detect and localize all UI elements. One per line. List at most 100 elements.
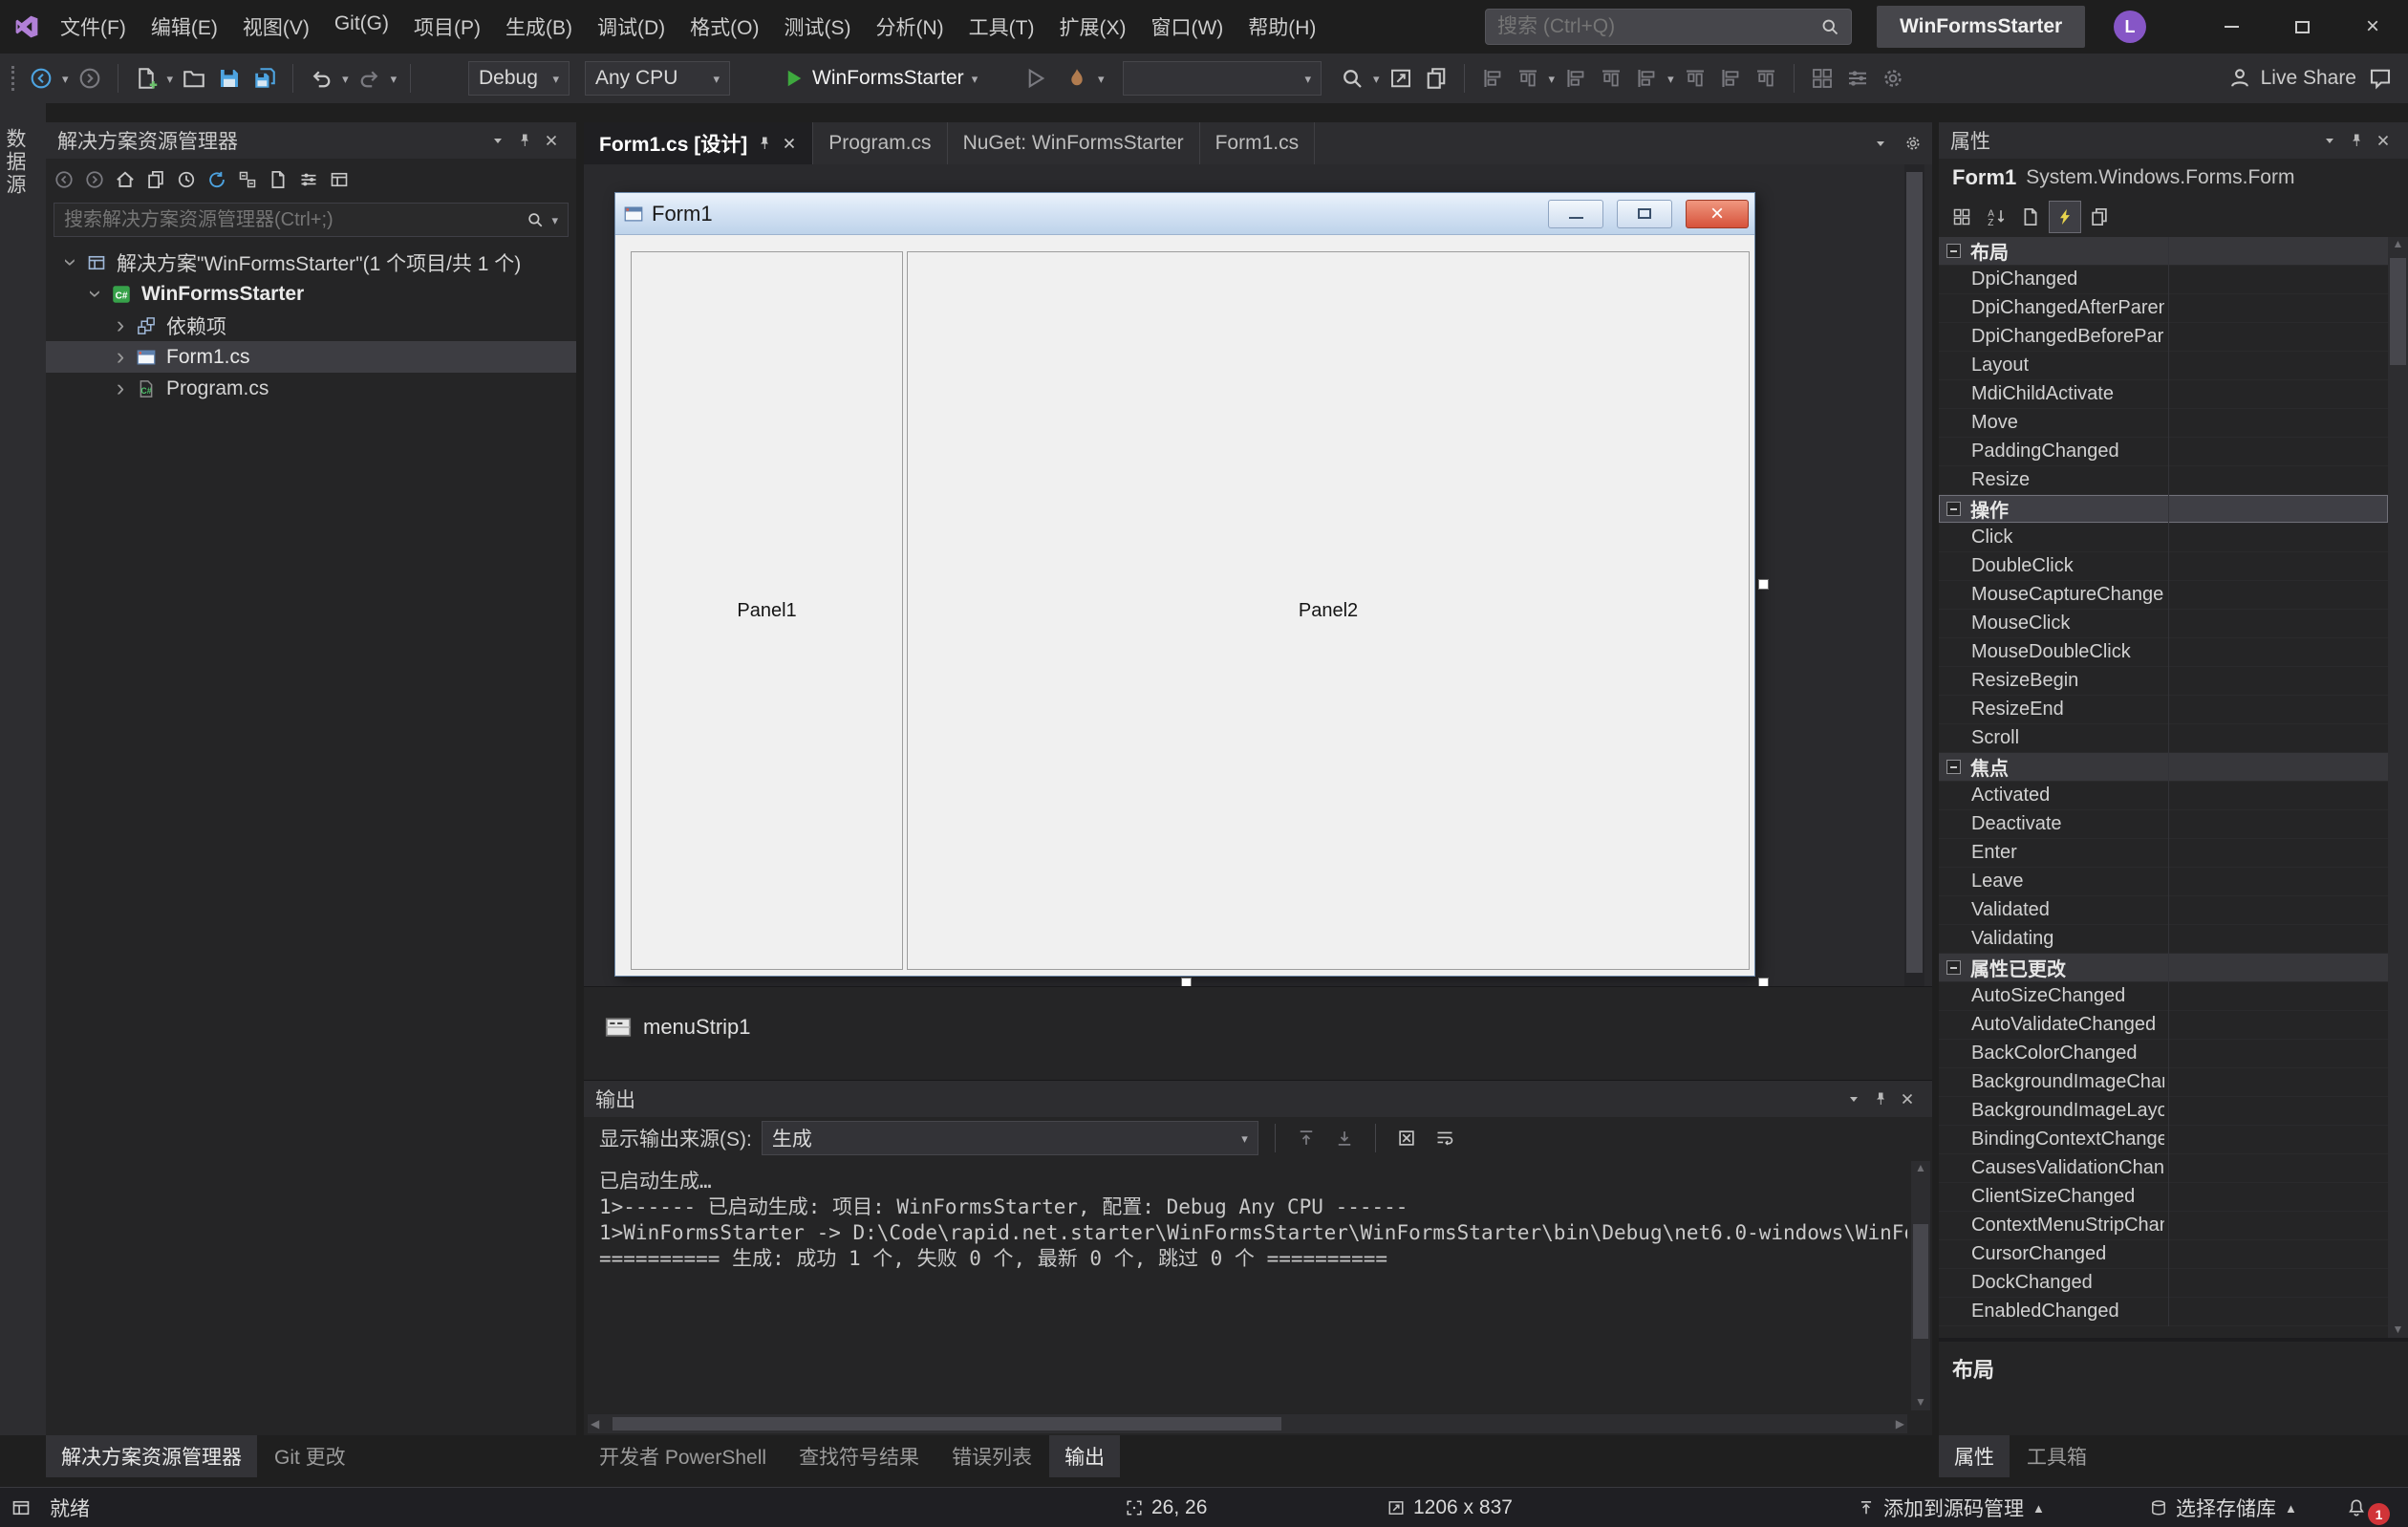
output-vertical-scrollbar[interactable]: ▲ ▼: [1911, 1161, 1930, 1410]
menu-debug[interactable]: 调试(D): [585, 12, 677, 41]
scrollbar-thumb[interactable]: [1906, 172, 1923, 973]
align-middles-button[interactable]: [1597, 64, 1625, 93]
expander-icon[interactable]: ›: [109, 376, 132, 400]
tab-developer-powershell[interactable]: 开发者 PowerShell: [584, 1435, 782, 1477]
live-share-button[interactable]: Live Share: [2261, 67, 2356, 90]
menu-format[interactable]: 格式(O): [677, 12, 771, 41]
form-title-bar[interactable]: Form1 ×: [615, 193, 1754, 235]
undo-button[interactable]: [307, 64, 335, 93]
tray-item-menustrip[interactable]: menuStrip1: [605, 1014, 751, 1041]
tree-row-dependencies[interactable]: › 依赖项: [46, 310, 576, 341]
open-file-button[interactable]: [180, 64, 208, 93]
search-options-icon[interactable]: ▾: [551, 214, 558, 226]
collapse-all-button[interactable]: [233, 165, 262, 194]
event-row[interactable]: DockChanged: [1939, 1269, 2388, 1298]
close-icon[interactable]: [538, 128, 565, 153]
tab-output[interactable]: 输出: [1049, 1435, 1120, 1477]
scrollbar-thumb[interactable]: [2390, 258, 2406, 365]
word-wrap-button[interactable]: [1430, 1124, 1459, 1152]
previous-message-button[interactable]: [1292, 1124, 1321, 1152]
event-row[interactable]: MouseCaptureChanged: [1939, 581, 2388, 610]
event-row[interactable]: BindingContextChanged: [1939, 1126, 2388, 1154]
menu-build[interactable]: 生成(B): [493, 12, 585, 41]
event-row[interactable]: AutoSizeChanged: [1939, 982, 2388, 1011]
designer-panel1[interactable]: Panel1: [631, 251, 903, 970]
hot-reload-button[interactable]: [1063, 64, 1091, 93]
start-dropdown-icon[interactable]: ▾: [972, 73, 978, 85]
event-row[interactable]: Activated: [1939, 782, 2388, 810]
add-to-source-control-button[interactable]: 添加到源码管理 ▲: [1858, 1488, 2045, 1527]
form-maximize-button[interactable]: [1617, 200, 1672, 228]
align-centers-button[interactable]: [1514, 64, 1542, 93]
vertical-spacing-button[interactable]: [1752, 64, 1780, 93]
event-row[interactable]: ResizeEnd: [1939, 696, 2388, 724]
show-all-files-button[interactable]: [264, 165, 292, 194]
scroll-down-icon[interactable]: ▼: [2388, 1323, 2408, 1336]
sync-with-active-document-button[interactable]: [203, 165, 231, 194]
event-row[interactable]: Deactivate: [1939, 810, 2388, 839]
toolbar-empty-dropdown[interactable]: ▾: [1123, 61, 1322, 96]
window-menu-icon[interactable]: [1840, 1086, 1867, 1111]
property-group-layout[interactable]: 布局: [1939, 237, 2388, 266]
menu-file[interactable]: 文件(F): [48, 12, 139, 41]
component-tray[interactable]: menuStrip1: [584, 986, 1932, 1080]
event-row[interactable]: PaddingChanged: [1939, 438, 2388, 466]
tree-row-solution[interactable]: › 解决方案"WinFormsStarter"(1 个项目/共 1 个): [46, 247, 576, 278]
event-row[interactable]: AutoValidateChanged: [1939, 1011, 2388, 1040]
size-dropdown-icon[interactable]: ▾: [1667, 73, 1674, 85]
clear-all-button[interactable]: [1392, 1124, 1421, 1152]
tree-row-form1[interactable]: › Form1.cs: [46, 341, 576, 373]
menu-edit[interactable]: 编辑(E): [139, 12, 230, 41]
tab-properties[interactable]: 属性: [1939, 1435, 2010, 1477]
make-same-height-button[interactable]: [1681, 64, 1709, 93]
tab-solution-explorer[interactable]: 解决方案资源管理器: [46, 1435, 257, 1477]
property-group-property-changed[interactable]: 属性已更改: [1939, 954, 2388, 982]
documents-button[interactable]: [1422, 64, 1451, 93]
tab-find-symbol-results[interactable]: 查找符号结果: [784, 1435, 935, 1477]
pin-icon[interactable]: [2343, 128, 2370, 153]
properties-button[interactable]: [294, 165, 323, 194]
align-lefts-button[interactable]: [1478, 64, 1507, 93]
form-close-button[interactable]: ×: [1686, 200, 1749, 228]
collapse-minus-icon[interactable]: [1946, 960, 1961, 975]
tab-program-cs[interactable]: Program.cs: [813, 122, 947, 164]
event-row[interactable]: Enter: [1939, 839, 2388, 868]
start-debugging-button[interactable]: WinFormsStarter ▾: [782, 54, 978, 103]
back-button[interactable]: [50, 165, 78, 194]
menu-analyze[interactable]: 分析(N): [863, 12, 956, 41]
designed-form-window[interactable]: Form1 × Panel1 Panel2: [614, 192, 1755, 977]
event-row[interactable]: DpiChangedBeforeParent: [1939, 323, 2388, 352]
event-row[interactable]: Validating: [1939, 925, 2388, 954]
navigate-forward-button[interactable]: [75, 64, 104, 93]
menu-project[interactable]: 项目(P): [401, 12, 493, 41]
solution-configuration-dropdown[interactable]: Debug▾: [468, 61, 570, 96]
quick-search-box[interactable]: [1485, 9, 1852, 45]
tab-form1-cs[interactable]: Form1.cs: [1200, 122, 1316, 164]
search-icon[interactable]: [1820, 17, 1839, 36]
event-row[interactable]: Move: [1939, 409, 2388, 438]
menu-help[interactable]: 帮助(H): [1236, 12, 1328, 41]
make-same-width-button[interactable]: [1632, 64, 1661, 93]
preview-selected-button[interactable]: [325, 165, 354, 194]
property-group-focus[interactable]: 焦点: [1939, 753, 2388, 782]
tab-settings-gear-icon[interactable]: [1900, 131, 1926, 156]
event-row[interactable]: DpiChangedAfterParent: [1939, 294, 2388, 323]
form-client-area[interactable]: Panel1 Panel2: [615, 236, 1754, 976]
event-row[interactable]: Validated: [1939, 896, 2388, 925]
align-tops-button[interactable]: [1561, 64, 1590, 93]
collapse-minus-icon[interactable]: [1946, 244, 1961, 258]
feedback-button[interactable]: [2366, 64, 2395, 93]
tab-form1-design[interactable]: Form1.cs [设计]: [584, 122, 813, 164]
expander-icon[interactable]: ›: [109, 313, 132, 337]
toolbar-grip[interactable]: [11, 66, 14, 91]
collapse-minus-icon[interactable]: [1946, 760, 1961, 774]
caret-position-status[interactable]: 26, 26: [1126, 1488, 1207, 1527]
event-row[interactable]: Click: [1939, 524, 2388, 552]
collapse-minus-icon[interactable]: [1946, 502, 1961, 516]
find-dropdown-icon[interactable]: ▾: [1373, 73, 1380, 85]
output-console[interactable]: 已启动生成… 1>------ 已启动生成: 项目: WinFormsStart…: [590, 1165, 1907, 1410]
navigate-back-button[interactable]: [27, 64, 55, 93]
select-repository-button[interactable]: 选择存储库 ▲: [2150, 1488, 2297, 1527]
menu-extensions[interactable]: 扩展(X): [1046, 12, 1138, 41]
expander-icon[interactable]: ›: [59, 251, 83, 274]
